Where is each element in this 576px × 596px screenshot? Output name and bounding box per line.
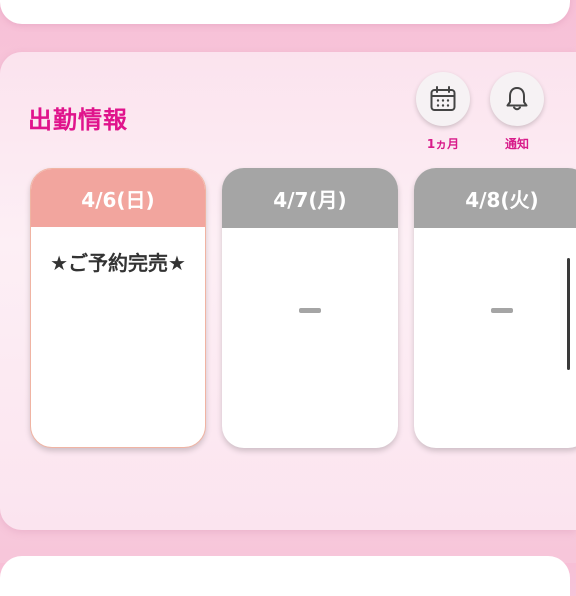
section-title: 出勤情報 [28, 106, 128, 134]
horizontal-scroll-indicator[interactable] [567, 258, 570, 370]
day-card-4-7[interactable]: 4/7(月) [222, 168, 398, 448]
day-date: 4/6(日) [31, 169, 205, 227]
previous-section-card [0, 0, 570, 24]
no-schedule-dash [491, 308, 513, 313]
month-button-label[interactable]: 1ヵ月 [413, 135, 473, 152]
month-calendar-button[interactable]: 1ヵ月 [413, 72, 473, 152]
bell-icon [506, 87, 528, 111]
notify-button-label[interactable]: 通知 [487, 135, 547, 152]
day-date: 4/7(月) [222, 168, 398, 228]
day-card-4-8[interactable]: 4/8(火) [414, 168, 576, 448]
day-date: 4/8(火) [414, 168, 576, 228]
no-schedule-dash [299, 308, 321, 313]
attendance-card: 出勤情報 1ヵ月 通知 4/6(日) ★ご予約完売★ 4/7(月) 4/8(火) [0, 52, 576, 530]
calendar-icon [430, 86, 456, 111]
day-card-4-6[interactable]: 4/6(日) ★ご予約完売★ [30, 168, 206, 448]
next-section-card [0, 556, 570, 596]
notification-button[interactable]: 通知 [487, 72, 547, 152]
notify-button-circle[interactable] [490, 72, 544, 126]
month-button-circle[interactable] [416, 72, 470, 126]
day-status: ★ご予約完売★ [50, 251, 186, 275]
